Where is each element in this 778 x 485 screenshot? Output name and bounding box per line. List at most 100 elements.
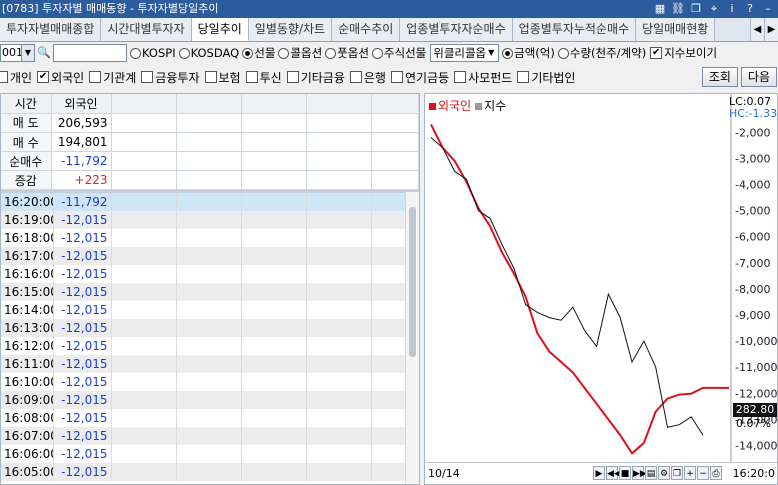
table-row[interactable]: 16:06:00 -12,015 xyxy=(1,445,406,463)
table-row[interactable]: 16:16:00 -12,015 xyxy=(1,265,406,283)
tab-sector-cumulative[interactable]: 업종별투자누적순매수 xyxy=(512,18,637,41)
table-row[interactable]: 16:18:00 -12,015 xyxy=(1,229,406,247)
row-time: 16:18:00 xyxy=(1,229,54,247)
tab-daily-status[interactable]: 당일매매현황 xyxy=(636,18,716,41)
summary-label: 순매수 xyxy=(1,151,52,171)
help-icon[interactable]: ? xyxy=(742,1,758,17)
grid-scrollbar[interactable] xyxy=(405,192,419,484)
grid-icon[interactable]: ▦ xyxy=(652,1,668,17)
filter-other-finance[interactable]: 기타금융 xyxy=(286,69,345,86)
filter-bank[interactable]: 은행 xyxy=(349,69,386,86)
print-icon[interactable]: ⎙ xyxy=(710,466,722,480)
table-row[interactable]: 16:14:00 -12,015 xyxy=(1,301,406,319)
summary-row-buy: 매 수 194,801 xyxy=(1,132,419,152)
weekly-option-select[interactable]: 위클리콜옵 ▼ xyxy=(430,44,500,62)
row-value: -12,015 xyxy=(53,283,112,301)
show-index-checkbox[interactable]: ✔ 지수보이기 xyxy=(650,45,717,61)
series-line-foreign xyxy=(430,123,729,455)
radio-quantity[interactable]: 수량(천주/계약) xyxy=(557,45,646,61)
radio-kospi[interactable]: KOSPI xyxy=(130,46,176,60)
tab-intraday-trend[interactable]: 당일추이 xyxy=(191,18,249,41)
radio-label: KOSPI xyxy=(142,46,176,60)
code-dropdown-icon[interactable]: ▼ xyxy=(22,44,35,62)
code-input[interactable]: 001 xyxy=(0,44,22,62)
table-row[interactable]: 16:07:00 -12,015 xyxy=(1,427,406,445)
chart-time: 16:20:0 xyxy=(732,467,775,480)
table-row[interactable]: 16:08:00 -12,015 xyxy=(1,409,406,427)
filter-individual[interactable]: 개인 xyxy=(0,69,32,86)
stop-icon[interactable]: ■ xyxy=(619,466,631,480)
play-icon[interactable]: ▶ xyxy=(593,466,605,480)
tab-right-icon[interactable]: ▶ xyxy=(764,18,778,41)
tab-time-investor[interactable]: 시간대별투자자 xyxy=(101,18,192,41)
radio-futures[interactable]: 선물 xyxy=(242,45,275,61)
filter-pension[interactable]: 연기금등 xyxy=(390,69,449,86)
row-time: 16:09:00 xyxy=(1,391,54,409)
row-value: -11,792 xyxy=(53,193,112,211)
radio-stock-futures[interactable]: 주식선물 xyxy=(371,45,426,61)
row-time: 16:19:00 xyxy=(1,211,54,229)
info-icon[interactable]: i xyxy=(724,1,740,17)
search-icon[interactable]: 🔍 xyxy=(36,44,52,62)
summary-value: -11,792 xyxy=(51,151,112,171)
summary-value: 206,593 xyxy=(51,113,112,133)
row-time: 16:08:00 xyxy=(1,409,54,427)
table-row[interactable]: 16:09:00 -12,015 xyxy=(1,391,406,409)
table-row[interactable]: 16:19:00 -12,015 xyxy=(1,211,406,229)
table-row[interactable]: 16:12:00 -12,015 xyxy=(1,337,406,355)
tab-investor-summary[interactable]: 투자자별매매종합 xyxy=(0,18,102,41)
tab-left-icon[interactable]: ◀ xyxy=(750,18,764,41)
table-row[interactable]: 16:11:00 -12,015 xyxy=(1,355,406,373)
radio-call[interactable]: 콜옵션 xyxy=(278,45,322,61)
header-time: 시간 xyxy=(1,94,52,114)
link-icon[interactable]: ⛓ xyxy=(670,1,686,17)
summary-table: 시간 외국인 xyxy=(1,94,419,114)
row-value: -12,015 xyxy=(53,211,112,229)
row-time: 16:13:00 xyxy=(1,319,54,337)
radio-kosdaq[interactable]: KOSDAQ xyxy=(178,46,239,60)
table-row[interactable]: 16:10:00 -12,015 xyxy=(1,373,406,391)
rewind-icon[interactable]: ◀◀ xyxy=(606,466,621,480)
row-value: -12,015 xyxy=(53,373,112,391)
filter-institution[interactable]: 기관계 xyxy=(89,69,136,86)
tab-daily-chart[interactable]: 일별동향/차트 xyxy=(248,18,333,41)
copy-chart-icon[interactable]: ❐ xyxy=(671,466,683,480)
chart-type-icon[interactable]: ▤ xyxy=(645,466,657,480)
zoom-out-icon[interactable]: − xyxy=(697,466,709,480)
filter-private-fund[interactable]: 사모펀드 xyxy=(454,69,512,86)
filter-financial-investment[interactable]: 금융투자 xyxy=(141,69,200,86)
row-time: 16:17:00 xyxy=(1,247,54,265)
query-button[interactable]: 조회 xyxy=(701,67,738,87)
table-row[interactable]: 16:13:00 -12,015 xyxy=(1,319,406,337)
scroll-thumb[interactable] xyxy=(409,207,416,357)
name-field[interactable] xyxy=(53,44,127,62)
filter-insurance[interactable]: 보험 xyxy=(204,69,241,86)
zoom-in-icon[interactable]: + xyxy=(684,466,696,480)
check-icon: ✔ xyxy=(650,47,663,59)
minimize-icon[interactable]: – xyxy=(760,1,776,17)
next-button[interactable]: 다음 xyxy=(740,67,777,87)
table-row[interactable]: 16:15:00 -12,015 xyxy=(1,283,406,301)
fast-forward-icon[interactable]: ▶▶ xyxy=(632,466,647,480)
filter-other-corp[interactable]: 기타법인 xyxy=(517,69,575,86)
table-row[interactable]: 16:05:00 -12,015 xyxy=(1,463,406,481)
filter-label: 사모펀드 xyxy=(468,70,513,85)
legend-item-foreign: 외국인 xyxy=(429,97,471,114)
row-time: 16:12:00 xyxy=(1,337,54,355)
table-row[interactable]: 16:17:00 -12,015 xyxy=(1,247,406,265)
y-tick-label: -12,000 xyxy=(735,387,777,400)
tab-net-buy-trend[interactable]: 순매수추이 xyxy=(332,18,401,41)
summary-header: 시간 외국인 xyxy=(1,94,419,114)
filter-foreign[interactable]: ✔ 외국인 xyxy=(37,69,84,86)
radio-label: 선물 xyxy=(254,46,276,60)
settings-icon[interactable]: ⚙ xyxy=(658,466,670,480)
row-time: 16:05:00 xyxy=(1,463,54,481)
radio-put[interactable]: 풋옵션 xyxy=(325,45,369,61)
filter-investment-trust[interactable]: 투신 xyxy=(245,69,282,86)
tab-sector-net-buy[interactable]: 업종별투자자순매수 xyxy=(400,18,513,41)
table-row[interactable]: 16:20:00 -11,792 xyxy=(1,193,406,211)
pin-icon[interactable]: ⌖ xyxy=(706,1,722,17)
trend-chart[interactable]: -2,000 -3,000 -4,000 -5,000 -6,000 -7,000 -8,0… xyxy=(425,94,778,464)
radio-amount[interactable]: 금액(억) xyxy=(502,45,555,61)
copy-icon[interactable]: ❐ xyxy=(688,1,704,17)
